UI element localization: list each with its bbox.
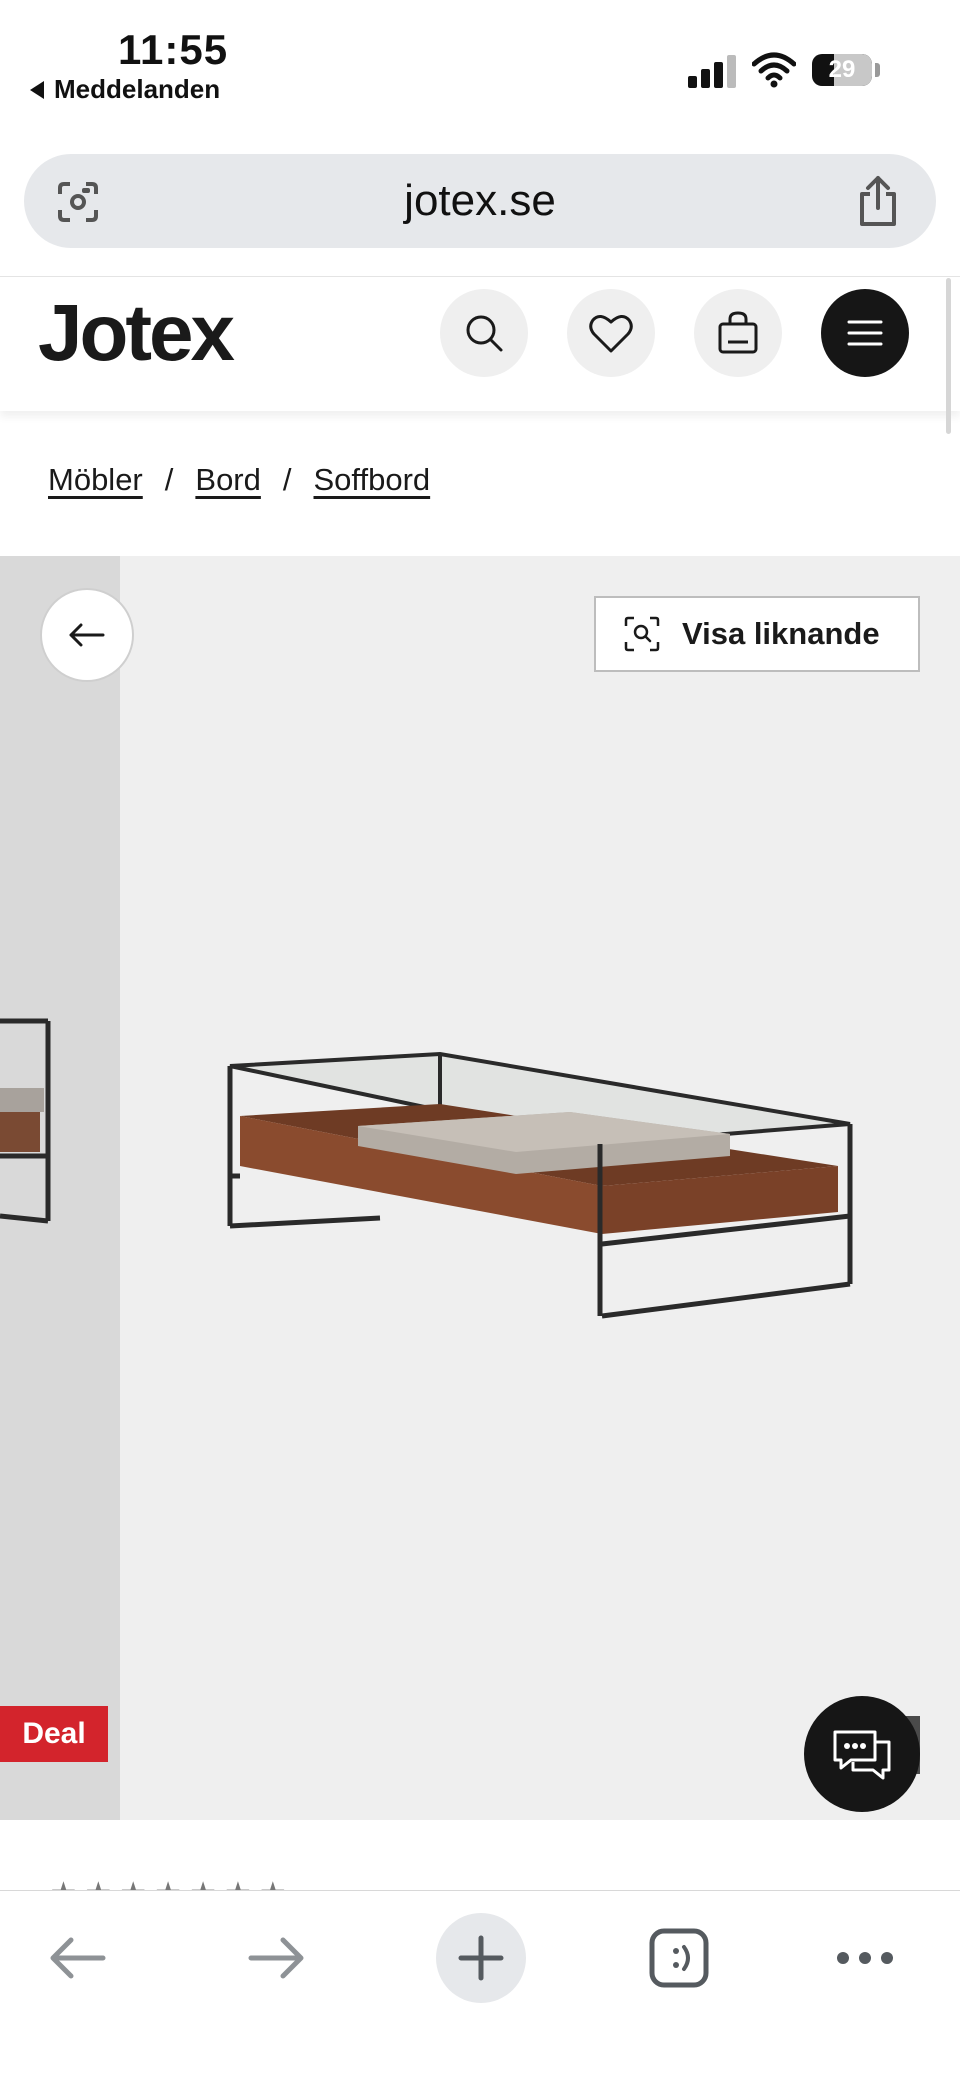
cellular-signal-icon — [688, 54, 736, 88]
wifi-icon — [752, 52, 796, 88]
jotex-logo[interactable]: Jotex — [38, 287, 235, 379]
breadcrumb-soffbord[interactable]: Soffbord — [314, 462, 431, 498]
browser-back-button[interactable] — [32, 1913, 122, 2003]
breadcrumb-mobler[interactable]: Möbler — [48, 462, 143, 498]
forward-arrow-icon — [248, 1937, 304, 1979]
menu-icon — [847, 320, 883, 346]
heart-icon — [589, 315, 633, 353]
wishlist-button[interactable] — [567, 289, 655, 377]
back-arrow-icon — [50, 1937, 106, 1979]
battery-nub — [875, 63, 880, 77]
more-options-button[interactable] — [820, 1913, 910, 2003]
battery-icon: 29 — [812, 54, 872, 86]
chat-bubbles-icon — [833, 1730, 891, 1780]
gallery-back-button[interactable] — [40, 588, 134, 682]
status-time: 11:55 — [118, 26, 229, 73]
tabs-icon — [649, 1928, 709, 1988]
plus-icon — [458, 1935, 504, 1981]
more-icon — [837, 1952, 893, 1964]
previous-product-image — [0, 1018, 51, 1224]
page-scrollbar[interactable] — [946, 278, 951, 434]
product-image — [227, 1051, 853, 1319]
site-header: Jotex — [0, 276, 960, 411]
new-tab-button[interactable] — [436, 1913, 526, 2003]
previous-image-peek[interactable] — [0, 556, 120, 1820]
arrow-left-icon — [69, 623, 105, 647]
back-app-label: Meddelanden — [54, 74, 221, 104]
share-icon[interactable] — [852, 174, 904, 228]
browser-forward-button[interactable] — [232, 1913, 322, 2003]
battery-level: 29 — [828, 56, 856, 83]
breadcrumb-bord[interactable]: Bord — [195, 462, 260, 498]
back-triangle-icon — [30, 80, 44, 99]
cart-button[interactable] — [694, 289, 782, 377]
product-gallery[interactable]: Visa liknande Deal — [0, 556, 960, 1820]
bag-icon — [718, 311, 758, 354]
browser-toolbar — [0, 1890, 960, 2082]
back-to-app-link[interactable]: Meddelanden — [30, 74, 220, 105]
menu-button[interactable] — [821, 289, 909, 377]
tabs-button[interactable] — [634, 1913, 724, 2003]
breadcrumb-separator: / — [164, 462, 174, 497]
address-bar[interactable]: jotex.se — [24, 154, 936, 248]
status-bar: 11:55 Meddelanden 29 — [0, 0, 960, 130]
breadcrumb: Möbler / Bord / Soffbord — [48, 462, 430, 498]
search-button[interactable] — [440, 289, 528, 377]
show-similar-label: Visa liknande — [682, 616, 880, 651]
show-similar-button[interactable]: Visa liknande — [594, 596, 920, 672]
breadcrumb-separator: / — [282, 462, 292, 497]
visual-search-icon — [624, 616, 660, 652]
search-icon — [466, 315, 503, 352]
chat-button[interactable] — [804, 1696, 920, 1812]
deal-badge: Deal — [0, 1706, 108, 1762]
url-text[interactable]: jotex.se — [24, 176, 936, 226]
